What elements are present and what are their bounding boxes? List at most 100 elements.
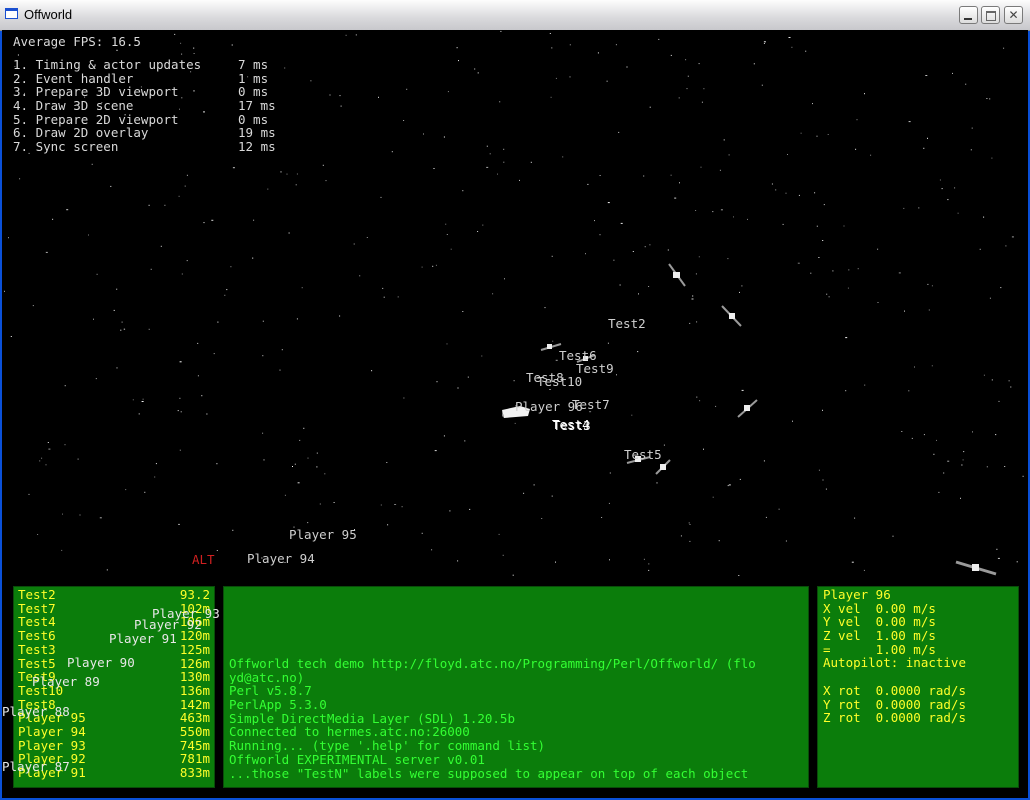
target-row[interactable]: Player 94 550m: [18, 725, 210, 739]
star: [695, 273, 697, 275]
star: [927, 283, 929, 285]
star: [782, 223, 784, 225]
star: [941, 188, 943, 190]
star: [512, 574, 514, 576]
close-button[interactable]: ✕: [1004, 6, 1023, 24]
star: [96, 273, 98, 275]
satellite-icon[interactable]: [954, 558, 998, 578]
star: [45, 464, 47, 466]
star: [549, 33, 551, 34]
star: [918, 207, 920, 209]
star: [943, 472, 945, 474]
target-distance: 93.2: [179, 587, 210, 602]
star: [339, 95, 341, 97]
console-panel[interactable]: Offworld tech demo http://floyd.atc.no/P…: [223, 586, 809, 788]
title-bar[interactable]: Offworld ✕: [0, 0, 1030, 31]
star: [380, 196, 382, 198]
scene-label: Player 89: [32, 674, 100, 689]
star: [48, 448, 51, 450]
status-line: X rot 0.0000 rad/s: [823, 682, 966, 698]
satellite-icon[interactable]: [736, 398, 760, 420]
star: [911, 437, 913, 439]
console-line: Offworld EXPERIMENTAL server v0.01: [229, 752, 485, 767]
star: [294, 463, 296, 465]
star: [329, 94, 331, 96]
star: [492, 293, 494, 295]
star: [421, 532, 423, 534]
star: [486, 166, 489, 168]
timing-value: 0 ms: [238, 111, 269, 127]
status-line: = 1.00 m/s: [823, 641, 936, 657]
maximize-button[interactable]: [981, 6, 1000, 24]
star: [64, 444, 66, 446]
star: [851, 561, 854, 563]
star: [284, 494, 286, 496]
star: [324, 473, 326, 475]
star: [401, 506, 403, 508]
star: [719, 169, 721, 171]
star: [785, 540, 787, 542]
console-line: yd@atc.no): [229, 670, 305, 685]
star: [727, 485, 729, 487]
star: [319, 503, 321, 505]
scene-label: Test7: [572, 397, 610, 412]
star: [52, 218, 54, 220]
star: [433, 168, 435, 169]
star: [648, 286, 650, 287]
minimize-button[interactable]: [959, 6, 978, 24]
star: [160, 245, 162, 247]
star: [193, 53, 195, 54]
star: [307, 457, 309, 459]
timing-list: 1. Timing & actor updates 7 ms 2. Event h…: [13, 58, 276, 154]
star: [533, 484, 535, 486]
star: [995, 434, 997, 436]
star: [403, 397, 405, 399]
star: [213, 353, 215, 355]
timing-row: 5. Prepare 2D viewport 0 ms: [13, 111, 269, 127]
star: [232, 167, 235, 169]
star: [787, 154, 788, 155]
star: [421, 266, 423, 268]
star: [462, 190, 464, 192]
satellite-icon[interactable]: [666, 262, 690, 290]
console-input-line[interactable]: ...those "TestN" labels were supposed to…: [229, 767, 807, 781]
star: [383, 296, 385, 298]
satellite-icon[interactable]: [720, 304, 744, 330]
star: [174, 33, 176, 35]
game-viewport[interactable]: Average FPS: 16.5 1. Timing & actor upda…: [2, 30, 1028, 798]
star: [280, 171, 282, 173]
star: [262, 355, 264, 357]
star: [823, 204, 825, 206]
star: [406, 88, 408, 90]
star: [253, 219, 255, 221]
star: [569, 44, 571, 46]
star: [121, 321, 123, 323]
star: [989, 297, 991, 299]
star: [785, 192, 787, 194]
status-line: X vel 0.00 m/s: [823, 600, 936, 616]
star: [286, 173, 288, 175]
star: [712, 211, 714, 213]
star: [685, 59, 687, 61]
star: [816, 225, 818, 227]
scene-label: Player 95: [289, 527, 357, 542]
timing-row: 1. Timing & actor updates 7 ms: [13, 58, 268, 72]
status-line: Y rot 0.0000 rad/s: [823, 696, 966, 712]
star: [371, 370, 373, 372]
scene-label: Player 87: [2, 759, 70, 774]
star: [720, 209, 723, 211]
star: [892, 535, 894, 537]
star: [599, 175, 601, 176]
star: [8, 237, 9, 239]
target-name: Test2: [18, 587, 56, 602]
star: [497, 173, 498, 175]
star: [741, 389, 744, 391]
star: [141, 401, 144, 402]
star: [431, 549, 433, 551]
star: [296, 173, 298, 175]
star: [99, 517, 102, 519]
target-row[interactable]: Test2 93.2: [18, 588, 210, 602]
target-row[interactable]: Player 93 745m: [18, 738, 210, 753]
star: [340, 105, 342, 107]
star: [116, 49, 118, 51]
